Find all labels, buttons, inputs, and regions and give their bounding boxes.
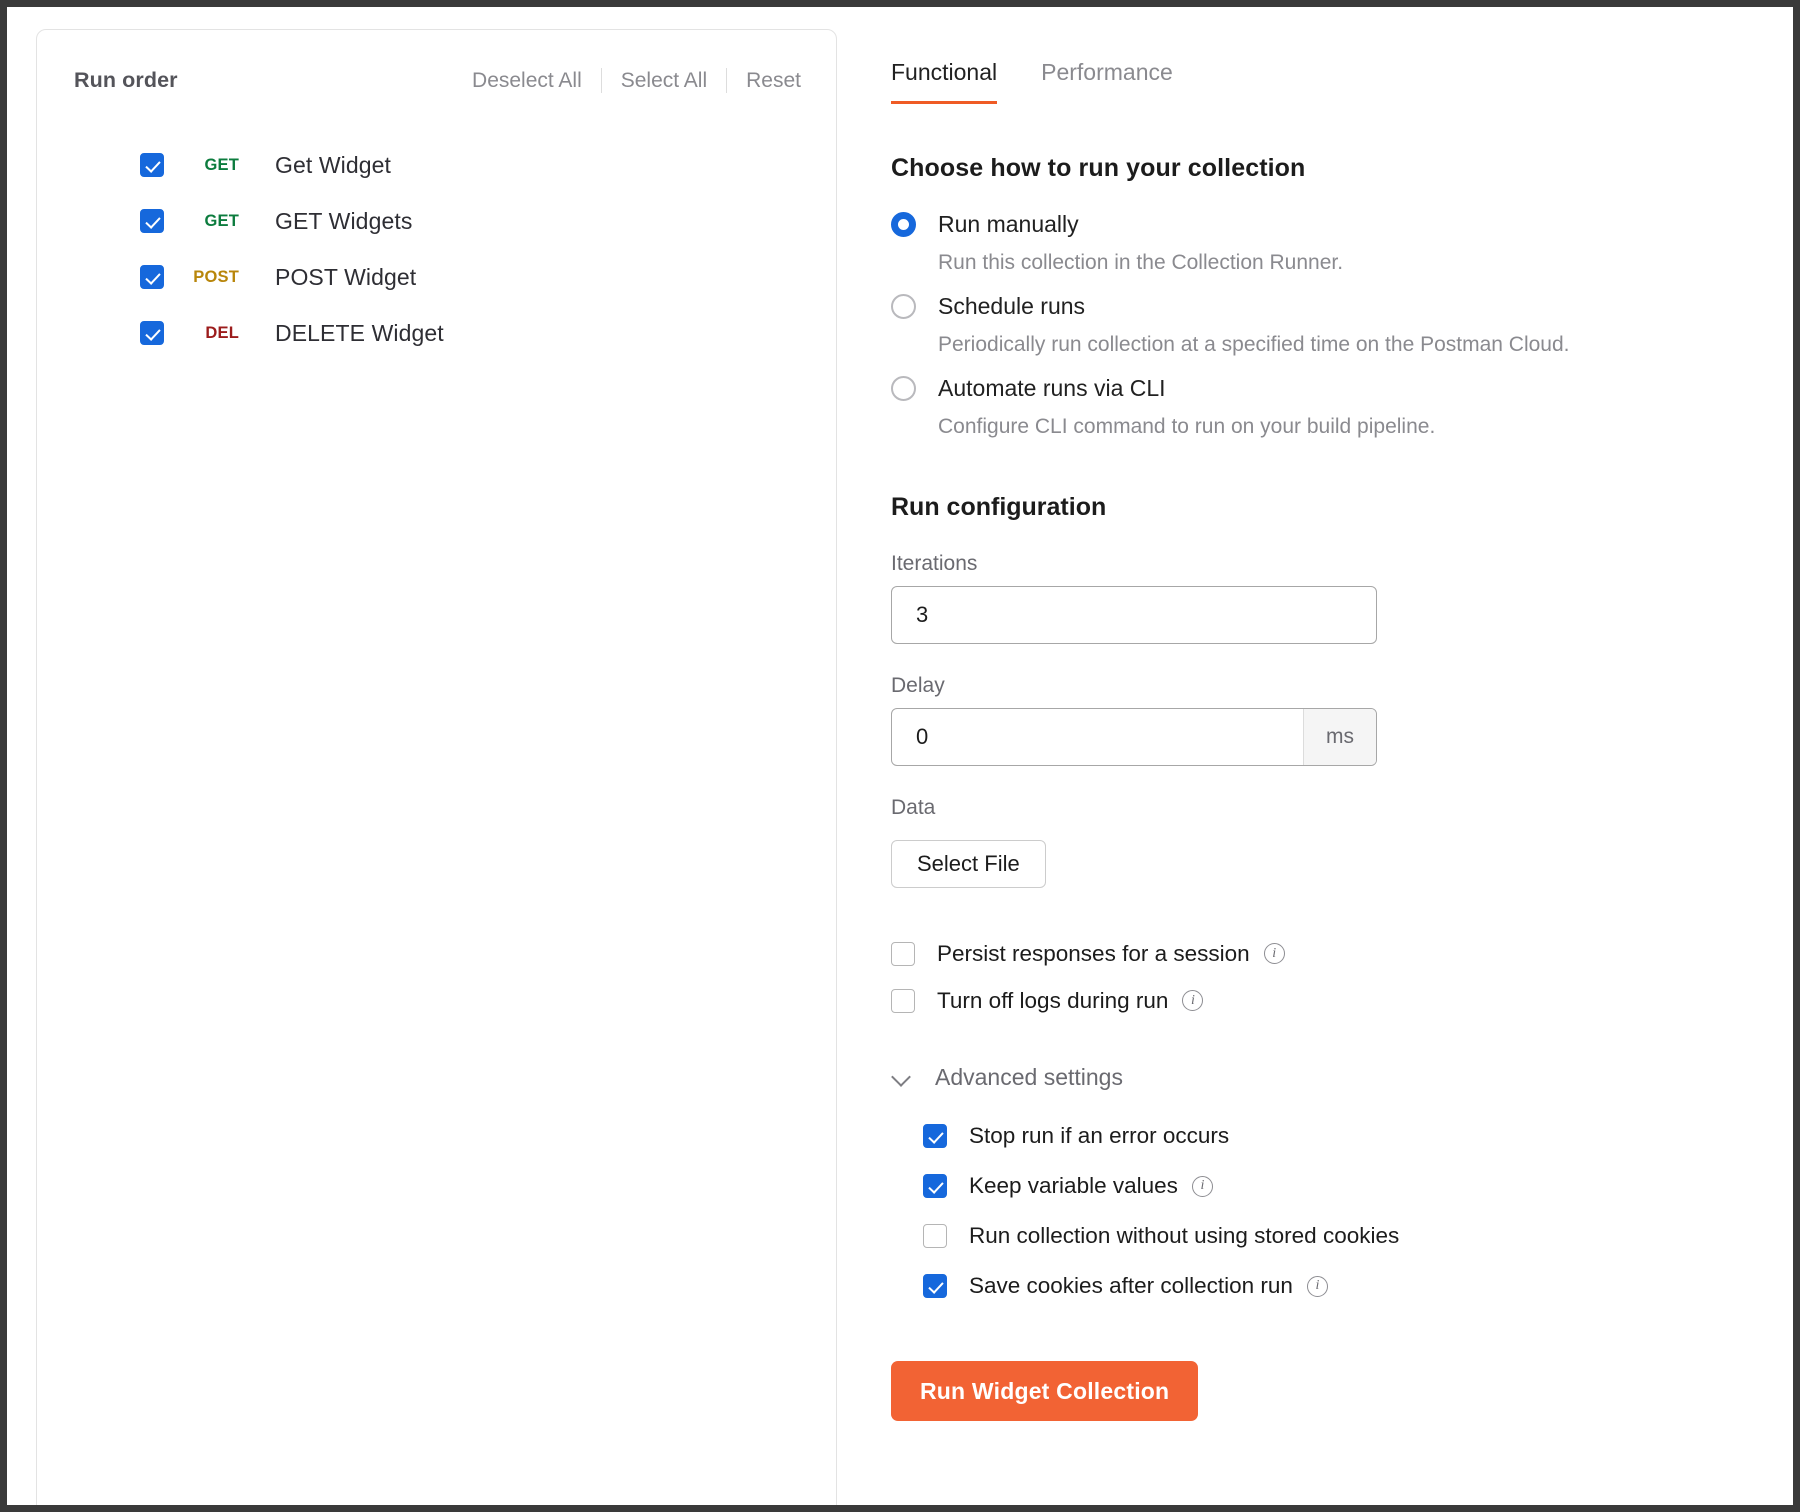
run-mode-option-schedule[interactable]: Schedule runs Periodically run collectio…	[891, 291, 1793, 359]
iterations-label: Iterations	[891, 552, 978, 575]
reset-button[interactable]: Reset	[727, 69, 806, 93]
keep-variable-values-checkbox[interactable]	[923, 1174, 947, 1198]
keep-variable-values-label: Keep variable values	[969, 1173, 1178, 1198]
save-cookies-label: Save cookies after collection run	[969, 1273, 1293, 1298]
run-configuration-heading: Run configuration	[891, 493, 1107, 521]
info-icon[interactable]: i	[1191, 1175, 1213, 1197]
request-method-label: DEL	[205, 323, 239, 342]
delay-unit-suffix: ms	[1303, 709, 1376, 765]
request-method-label: POST	[193, 267, 239, 286]
request-name: DELETE Widget	[275, 319, 444, 346]
stop-run-on-error-label: Stop run if an error occurs	[969, 1123, 1230, 1148]
schedule-runs-description: Periodically run collection at a specifi…	[938, 333, 1570, 356]
chevron-down-icon	[891, 1067, 913, 1089]
stop-run-on-error-checkbox[interactable]	[923, 1124, 947, 1148]
request-name: Get Widget	[275, 151, 392, 178]
run-order-pane: Run order Deselect All Select All Reset …	[7, 7, 837, 1505]
advanced-settings-toggle[interactable]: Advanced settings	[891, 1064, 1793, 1091]
turn-off-logs-checkbox[interactable]	[891, 988, 915, 1013]
request-checkbox[interactable]	[140, 153, 164, 177]
run-settings-pane: Functional Performance Choose how to run…	[837, 7, 1793, 1505]
turn-off-logs-label: Turn off logs during run	[937, 987, 1169, 1013]
run-manually-description: Run this collection in the Collection Ru…	[938, 251, 1344, 274]
save-cookies-option[interactable]: Save cookies after collection run i	[923, 1261, 1793, 1311]
request-row[interactable]: POST POST Widget	[140, 249, 836, 305]
tab-bar: Functional Performance	[877, 7, 1793, 104]
delay-input[interactable]: 0 ms	[891, 708, 1377, 766]
no-stored-cookies-option[interactable]: Run collection without using stored cook…	[923, 1211, 1793, 1261]
request-name: GET Widgets	[275, 207, 413, 234]
iterations-value[interactable]: 3	[892, 587, 1376, 643]
persist-responses-label: Persist responses for a session	[937, 940, 1250, 966]
deselect-all-button[interactable]: Deselect All	[453, 69, 601, 93]
run-manually-radio[interactable]	[891, 212, 916, 237]
request-list: GET Get Widget GET GET Widgets POST POST…	[37, 137, 836, 361]
iterations-input[interactable]: 3	[891, 586, 1377, 644]
delay-value[interactable]: 0	[892, 709, 1303, 765]
stop-run-on-error-option[interactable]: Stop run if an error occurs	[923, 1111, 1793, 1161]
automate-cli-label: Automate runs via CLI	[938, 375, 1166, 401]
select-file-button[interactable]: Select File	[891, 840, 1046, 888]
run-mode-option-cli[interactable]: Automate runs via CLI Configure CLI comm…	[891, 373, 1793, 441]
persist-responses-option[interactable]: Persist responses for a session i	[891, 930, 1793, 977]
run-order-header: Run order Deselect All Select All Reset	[37, 30, 836, 93]
run-order-actions: Deselect All Select All Reset	[453, 68, 806, 93]
run-order-card: Run order Deselect All Select All Reset …	[36, 29, 837, 1505]
no-stored-cookies-label: Run collection without using stored cook…	[969, 1223, 1400, 1248]
tab-performance[interactable]: Performance	[1041, 59, 1173, 104]
run-manually-label: Run manually	[938, 211, 1079, 237]
request-row[interactable]: GET Get Widget	[140, 137, 836, 193]
request-method-label: GET	[204, 155, 239, 174]
schedule-runs-radio[interactable]	[891, 294, 916, 319]
data-label: Data	[891, 796, 936, 819]
advanced-options-list: Stop run if an error occurs Keep variabl…	[923, 1111, 1793, 1311]
run-collection-button[interactable]: Run Widget Collection	[891, 1361, 1199, 1421]
request-name: POST Widget	[275, 263, 417, 290]
collection-runner: Run order Deselect All Select All Reset …	[7, 7, 1793, 1505]
run-manually-text: Run manually Run this collection in the …	[938, 209, 1343, 277]
keep-variable-values-option[interactable]: Keep variable values i	[923, 1161, 1793, 1211]
request-row[interactable]: DEL DELETE Widget	[140, 305, 836, 361]
request-method-label: GET	[204, 211, 239, 230]
advanced-settings-label: Advanced settings	[935, 1064, 1123, 1090]
app-window: Run order Deselect All Select All Reset …	[0, 0, 1800, 1512]
save-cookies-checkbox[interactable]	[923, 1274, 947, 1298]
tab-functional[interactable]: Functional	[891, 59, 998, 104]
request-checkbox[interactable]	[140, 321, 164, 345]
delay-label: Delay	[891, 674, 945, 697]
info-icon[interactable]: i	[1306, 1275, 1328, 1297]
automate-cli-text: Automate runs via CLI Configure CLI comm…	[938, 373, 1435, 441]
select-all-button[interactable]: Select All	[602, 69, 726, 93]
request-row[interactable]: GET GET Widgets	[140, 193, 836, 249]
no-stored-cookies-checkbox[interactable]	[923, 1224, 947, 1248]
run-order-title: Run order	[74, 68, 178, 92]
request-checkbox[interactable]	[140, 209, 164, 233]
automate-cli-radio[interactable]	[891, 376, 916, 401]
run-mode-radio-group: Run manually Run this collection in the …	[891, 209, 1793, 441]
turn-off-logs-option[interactable]: Turn off logs during run i	[891, 977, 1793, 1024]
info-icon[interactable]: i	[1263, 943, 1285, 964]
info-icon[interactable]: i	[1182, 990, 1204, 1011]
schedule-runs-text: Schedule runs Periodically run collectio…	[938, 291, 1570, 359]
schedule-runs-label: Schedule runs	[938, 293, 1086, 319]
automate-cli-description: Configure CLI command to run on your bui…	[938, 415, 1436, 438]
persist-responses-checkbox[interactable]	[891, 941, 915, 966]
run-mode-option-manual[interactable]: Run manually Run this collection in the …	[891, 209, 1793, 277]
choose-run-mode-heading: Choose how to run your collection	[891, 154, 1306, 182]
request-checkbox[interactable]	[140, 265, 164, 289]
run-options-list: Persist responses for a session i Turn o…	[891, 930, 1793, 1024]
